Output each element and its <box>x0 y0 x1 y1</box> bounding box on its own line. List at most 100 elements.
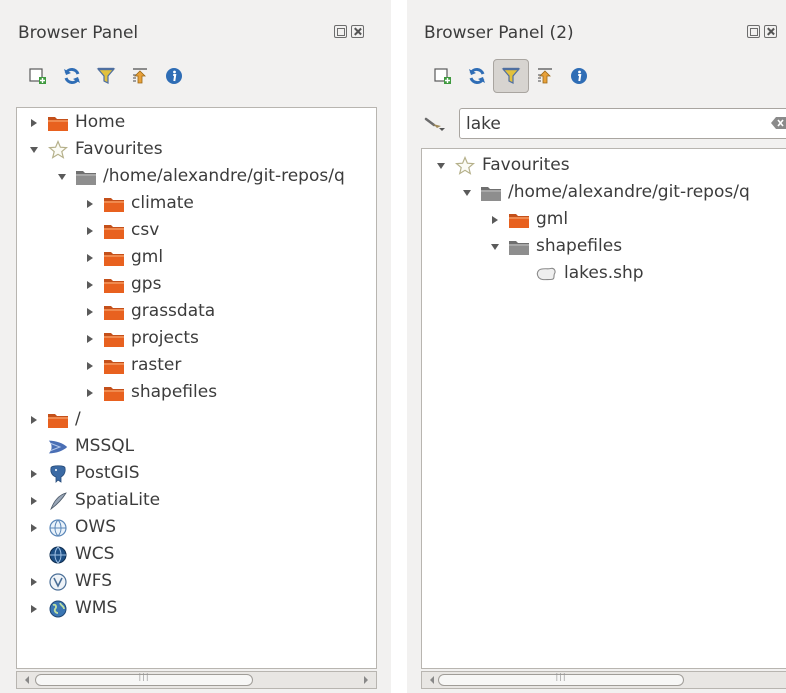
folder-gray-icon <box>480 183 502 203</box>
expand-arrow-icon[interactable] <box>83 332 97 346</box>
add-layer-button[interactable] <box>20 59 56 93</box>
browser-panel-2: Browser Panel (2) Favourites/home/alexan… <box>407 0 786 693</box>
collapse-arrow-icon[interactable] <box>27 143 41 157</box>
folder-icon <box>103 248 125 268</box>
add-layer-button[interactable] <box>425 59 461 93</box>
info-icon <box>164 66 184 86</box>
tree-item[interactable]: PostGIS <box>27 460 140 487</box>
info-icon <box>569 66 589 86</box>
collapse-arrow-icon[interactable] <box>434 159 448 173</box>
properties-button[interactable] <box>561 59 597 93</box>
tree-item[interactable]: SpatiaLite <box>27 487 160 514</box>
properties-button[interactable] <box>156 59 192 93</box>
browser-tree[interactable]: Home Favourites/home/alexandre/git-repos/… <box>16 107 377 669</box>
tree-item-label: csv <box>131 220 160 240</box>
expand-arrow-icon[interactable] <box>27 413 41 427</box>
tree-item[interactable]: gps <box>83 271 161 298</box>
tree-item[interactable]: /home/alexandre/git-repos/q <box>55 163 345 190</box>
tree-item[interactable]: grassdata <box>83 298 215 325</box>
tree-item[interactable]: Home <box>27 109 125 136</box>
tree-item[interactable]: shapefiles <box>83 379 217 406</box>
collapse-arrow-icon[interactable] <box>460 186 474 200</box>
browser-tree[interactable]: Favourites/home/alexandre/git-repos/q gml… <box>421 148 786 669</box>
tree-item-label: grassdata <box>131 301 216 321</box>
tree-item-label: SpatiaLite <box>75 490 161 510</box>
browser-panel: Browser Panel Home Favourites/home/alexan… <box>0 0 391 693</box>
expand-arrow-icon[interactable] <box>488 213 502 227</box>
scroll-left-icon[interactable] <box>23 676 31 684</box>
expand-arrow-icon[interactable] <box>83 359 97 373</box>
tree-item-label: PostGIS <box>75 463 140 483</box>
scroll-right-icon[interactable] <box>362 676 370 684</box>
horizontal-scrollbar[interactable] <box>421 671 786 689</box>
expand-arrow-icon[interactable] <box>27 467 41 481</box>
tree-item[interactable]: WFS <box>27 568 112 595</box>
collapse-all-button[interactable] <box>527 59 563 93</box>
folder-icon <box>103 302 125 322</box>
collapse-arrow-icon[interactable] <box>488 240 502 254</box>
tree-item-label: OWS <box>75 517 116 537</box>
refresh-button[interactable] <box>54 59 90 93</box>
filter-options-icon[interactable] <box>423 116 449 132</box>
float-panel-button[interactable] <box>334 25 347 38</box>
folder-icon <box>103 329 125 349</box>
collapse-all-icon <box>130 66 150 86</box>
expand-arrow-icon[interactable] <box>83 224 97 238</box>
expand-arrow-icon[interactable] <box>27 521 41 535</box>
collapse-all-icon <box>535 66 555 86</box>
tree-item-label: /home/alexandre/git-repos/q <box>103 166 345 186</box>
tree-item[interactable]: MSSQL <box>27 433 134 460</box>
tree-item[interactable]: Favourites <box>27 136 163 163</box>
tree-item[interactable]: csv <box>83 217 159 244</box>
filter-input[interactable] <box>459 108 786 139</box>
tree-item[interactable]: shapefiles <box>488 233 622 260</box>
tree-item[interactable]: WCS <box>27 541 114 568</box>
tree-item-label: raster <box>131 355 182 375</box>
collapse-arrow-icon[interactable] <box>55 170 69 184</box>
wms-icon <box>47 599 69 619</box>
wcs-icon <box>47 545 69 565</box>
refresh-button[interactable] <box>459 59 495 93</box>
tree-item-label: projects <box>131 328 199 348</box>
filter-button[interactable] <box>88 59 124 93</box>
clear-filter-icon[interactable] <box>771 116 786 130</box>
expand-arrow-icon[interactable] <box>83 386 97 400</box>
scrollbar-thumb[interactable] <box>35 674 253 686</box>
filter-row <box>421 108 786 140</box>
tree-item[interactable]: climate <box>83 190 194 217</box>
close-panel-button[interactable] <box>764 25 777 38</box>
tree-item-label: WFS <box>75 571 113 591</box>
scroll-left-icon[interactable] <box>428 676 436 684</box>
tree-item[interactable]: /home/alexandre/git-repos/q <box>460 179 750 206</box>
tree-item-label: Favourites <box>482 155 570 175</box>
tree-item[interactable]: WMS <box>27 595 117 622</box>
horizontal-scrollbar[interactable] <box>16 671 377 689</box>
tree-item[interactable]: Favourites <box>434 152 570 179</box>
tree-item[interactable]: projects <box>83 325 199 352</box>
expand-arrow-icon[interactable] <box>83 305 97 319</box>
expand-arrow-icon[interactable] <box>27 116 41 130</box>
expand-arrow-icon[interactable] <box>27 602 41 616</box>
expand-arrow-icon[interactable] <box>27 575 41 589</box>
tree-item[interactable]: OWS <box>27 514 116 541</box>
scrollbar-thumb[interactable] <box>438 674 684 686</box>
refresh-icon <box>467 66 487 86</box>
panel-title: Browser Panel <box>18 23 139 43</box>
tree-item[interactable]: lakes.shp <box>516 260 644 287</box>
collapse-all-button[interactable] <box>122 59 158 93</box>
folder-icon <box>103 221 125 241</box>
tree-item[interactable]: raster <box>83 352 181 379</box>
close-panel-button[interactable] <box>351 25 364 38</box>
expand-arrow-icon[interactable] <box>83 251 97 265</box>
tree-item[interactable]: gml <box>83 244 163 271</box>
tree-item[interactable]: / <box>27 406 81 433</box>
expand-arrow-icon[interactable] <box>83 197 97 211</box>
folder-icon <box>47 410 69 430</box>
expand-arrow-icon[interactable] <box>83 278 97 292</box>
tree-item[interactable]: gml <box>488 206 568 233</box>
float-panel-button[interactable] <box>747 25 760 38</box>
expand-arrow-icon[interactable] <box>27 494 41 508</box>
filter-button[interactable] <box>493 59 529 93</box>
folder-icon <box>103 383 125 403</box>
